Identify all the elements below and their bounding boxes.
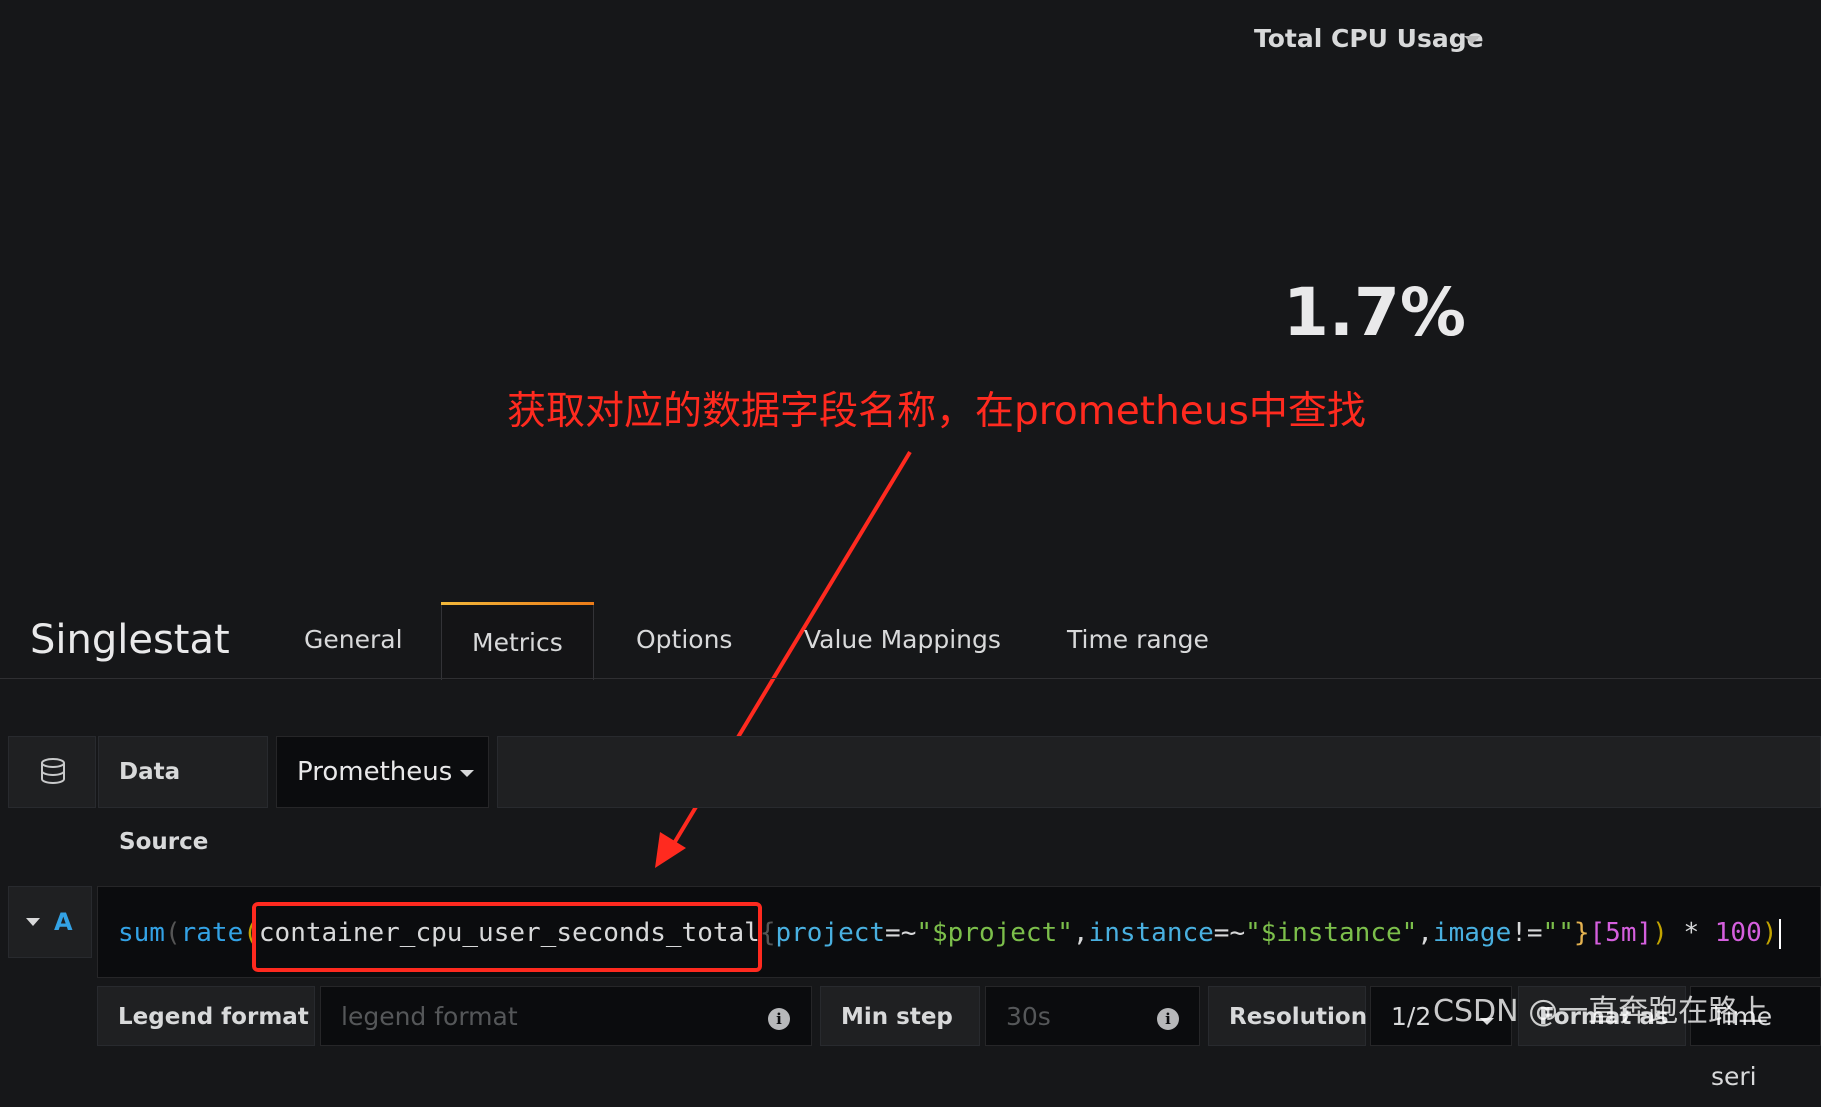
watermark: CSDN @一直奔跑在路上 [1433,994,1769,1029]
query-token: ( [164,918,181,948]
datasource-row-filler [497,736,1821,808]
query-token: =~ [885,918,917,948]
query-token: , [1417,918,1433,948]
query-token: =~ [1213,918,1246,948]
query-token: ) [1761,918,1778,948]
legend-format-input[interactable]: legend format [320,986,812,1046]
query-token: image [1432,918,1512,948]
legend-format-label: Legend format [97,986,315,1046]
datasource-select[interactable]: Prometheus [276,736,489,808]
tab-time-range[interactable]: Time range [1067,602,1209,678]
query-token: instance [1088,918,1214,948]
tab-metrics[interactable]: Metrics [441,602,594,680]
query-token: } [1573,918,1590,948]
text-cursor [1779,918,1782,949]
query-header[interactable] [8,886,92,958]
query-ref-id: A [54,908,73,936]
collapse-caret-icon[interactable] [26,918,40,926]
datasource-label: Data Source [98,736,268,855]
query-token: "" [1542,918,1574,948]
datasource-icon-box [8,736,96,808]
query-token: , [1072,918,1089,948]
query-token: "$instance" [1245,918,1418,948]
query-token: { [759,918,776,948]
info-icon[interactable]: i [768,1008,790,1030]
annotation-arrow-icon [655,450,912,868]
database-icon [41,758,65,784]
query-token: != [1511,918,1543,948]
min-step-label: Min step [820,986,980,1046]
resolution-label: Resolution [1208,986,1367,1046]
query-token: 100 [1714,918,1762,948]
annotation-highlight-box [252,902,762,972]
query-token: project [775,918,886,948]
query-token: ) [1652,918,1668,948]
query-token: "$project" [916,918,1073,948]
tab-options[interactable]: Options [636,602,732,678]
query-token: * [1667,918,1715,948]
info-icon[interactable]: i [1157,1008,1179,1030]
query-token: rate [180,918,244,948]
query-token: sum [118,918,165,948]
editor-title: Singlestat [30,617,230,663]
tab-general[interactable]: General [304,602,403,678]
tab-value-mappings[interactable]: Value Mappings [804,602,1001,678]
query-token: [5m] [1589,918,1653,948]
tabs-divider [0,678,1821,679]
chevron-down-icon[interactable] [460,770,474,777]
